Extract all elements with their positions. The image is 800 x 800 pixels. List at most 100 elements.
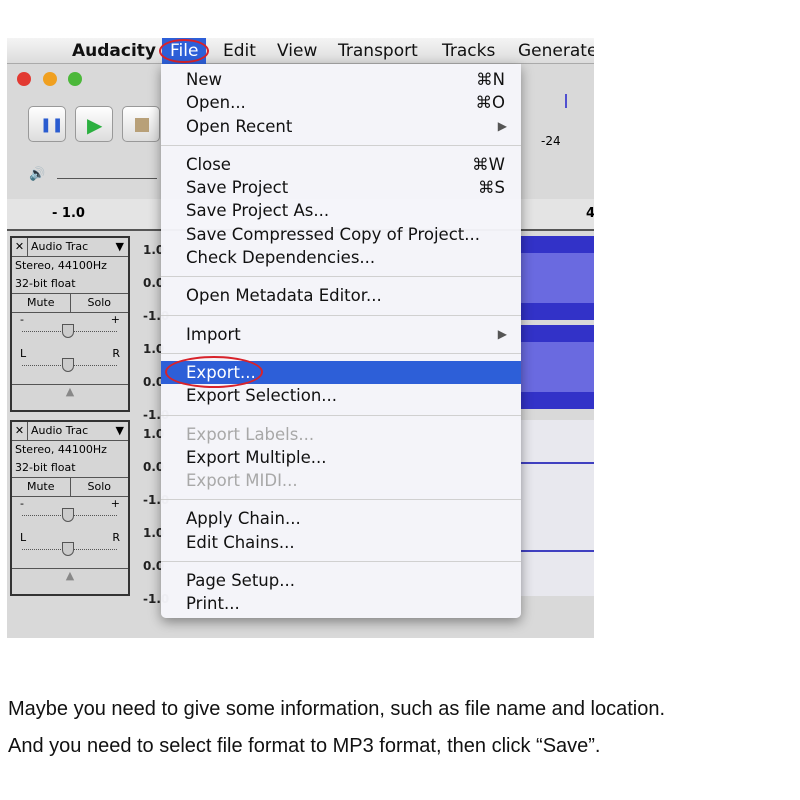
menu-item-label: New [186, 70, 222, 89]
collapse-track-icon[interactable]: ▲ [12, 385, 128, 398]
gain-minus-label: - [20, 497, 24, 510]
waveform-left-channel[interactable] [521, 236, 594, 320]
track-format: Stereo, 44100Hz [15, 259, 107, 272]
menu-tracks[interactable]: Tracks [442, 41, 495, 61]
track-format: Stereo, 44100Hz [15, 443, 107, 456]
track-name-menu[interactable]: Audio Trac [28, 422, 116, 440]
menu-view[interactable]: View [277, 41, 317, 61]
menu-item-label: Export Labels... [186, 424, 315, 444]
menu-item-label: Export MIDI... [186, 471, 298, 491]
ruler-label-right: 4 [586, 206, 594, 221]
menu-item-export-labels: Export Labels... [161, 423, 521, 446]
menu-edit[interactable]: Edit [223, 41, 256, 61]
waveform-right-channel[interactable] [521, 325, 594, 409]
meter-marker [565, 94, 567, 108]
menu-item-import[interactable]: Import ▶ [161, 323, 521, 346]
track-name-menu[interactable]: Audio Trac [28, 238, 116, 256]
playback-volume-slider[interactable] [57, 178, 157, 179]
menu-item-label: Export Selection... [186, 386, 338, 406]
track-close-icon[interactable]: ✕ [12, 238, 28, 256]
menu-item-label: Save Compressed Copy of Project... [186, 224, 480, 244]
pause-button[interactable]: ❚❚ [28, 106, 66, 142]
play-button[interactable]: ▶ [75, 106, 113, 142]
menu-item-print[interactable]: Print... [161, 592, 521, 615]
menu-item-save-project[interactable]: Save Project ⌘S [161, 176, 521, 199]
pan-right-label: R [112, 347, 120, 360]
track-panel: ✕ Audio Trac ▼ Stereo, 44100Hz 32-bit float… [10, 236, 130, 412]
caption-line-1: Maybe you need to give some information,… [8, 698, 666, 720]
menu-item-label: Open Recent [186, 116, 293, 136]
solo-button[interactable]: Solo [71, 478, 129, 496]
menu-item-export-midi: Export MIDI... [161, 469, 521, 492]
menu-item-open[interactable]: Open... ⌘O [161, 91, 521, 114]
gain-slider-handle[interactable] [62, 324, 74, 338]
menu-item-label: Check Dependencies... [186, 248, 376, 268]
menu-item-label: Page Setup... [186, 571, 295, 591]
pan-slider-handle[interactable] [62, 358, 74, 372]
collapse-track-icon[interactable]: ▲ [12, 569, 128, 582]
submenu-arrow-icon: ▶ [497, 326, 507, 341]
gain-plus-label: + [110, 313, 120, 326]
stop-button[interactable] [122, 106, 160, 142]
pan-slider-handle[interactable] [62, 542, 74, 556]
menu-app-audacity[interactable]: Audacity [72, 41, 156, 61]
shortcut-label: ⌘N [476, 70, 505, 89]
menu-separator [161, 492, 521, 507]
mute-button[interactable]: Mute [12, 294, 71, 312]
track-bitdepth: 32-bit float [15, 461, 76, 474]
menu-item-label: Import [186, 324, 241, 344]
chevron-down-icon[interactable]: ▼ [116, 422, 128, 440]
menu-separator [161, 138, 521, 153]
meter-tick: -24 [541, 134, 561, 148]
menu-item-export-multiple[interactable]: Export Multiple... [161, 446, 521, 469]
menu-item-edit-chains[interactable]: Edit Chains... [161, 531, 521, 554]
minimize-window-icon[interactable] [43, 72, 57, 86]
stop-icon [135, 118, 149, 132]
menu-item-page-setup[interactable]: Page Setup... [161, 569, 521, 592]
caption-line-2: And you need to select file format to MP… [8, 735, 601, 757]
menu-item-label: Save Project As... [186, 201, 330, 221]
shortcut-label: ⌘S [478, 178, 505, 198]
menu-item-close[interactable]: Close ⌘W [161, 153, 521, 176]
menu-separator [161, 308, 521, 323]
submenu-arrow-icon: ▶ [497, 118, 507, 133]
pan-right-label: R [112, 531, 120, 544]
menu-item-open-recent[interactable]: Open Recent ▶ [161, 115, 521, 138]
annotation-circle-export [165, 356, 263, 388]
file-menu-dropdown: New ⌘N Open... ⌘O Open Recent ▶ Close ⌘W Save Pr… [161, 64, 521, 618]
menu-item-label: Export Multiple... [186, 447, 327, 467]
shortcut-label: ⌘O [475, 93, 506, 113]
menu-item-label: Print... [186, 594, 240, 614]
menu-item-check-dependencies[interactable]: Check Dependencies... [161, 246, 521, 269]
menu-separator [161, 554, 521, 569]
menu-generate[interactable]: Generate [518, 41, 594, 61]
speaker-icon: 🔊 [29, 167, 46, 182]
menu-item-label: Open Metadata Editor... [186, 286, 382, 306]
chevron-down-icon[interactable]: ▼ [116, 238, 128, 256]
solo-button[interactable]: Solo [71, 294, 129, 312]
mute-button[interactable]: Mute [12, 478, 71, 496]
menu-item-label: Open... [186, 93, 246, 113]
track-close-icon[interactable]: ✕ [12, 422, 28, 440]
menu-item-save-compressed-copy-of-project[interactable]: Save Compressed Copy of Project... [161, 223, 521, 246]
ruler-label: - 1.0 [52, 206, 85, 221]
track-panel: ✕ Audio Trac ▼ Stereo, 44100Hz 32-bit float… [10, 420, 130, 596]
menu-item-label: Edit Chains... [186, 532, 295, 552]
track-bitdepth: 32-bit float [15, 277, 76, 290]
menu-item-label: Apply Chain... [186, 509, 301, 529]
gain-plus-label: + [110, 497, 120, 510]
gain-minus-label: - [20, 313, 24, 326]
menu-item-apply-chain[interactable]: Apply Chain... [161, 507, 521, 530]
menu-item-open-metadata-editor[interactable]: Open Metadata Editor... [161, 284, 521, 307]
waveform-track-2[interactable] [521, 420, 594, 596]
menu-item-label: Close [186, 154, 231, 174]
menu-bar: Audacity File Edit View Transport Tracks… [7, 38, 594, 64]
menu-item-label: Save Project [186, 178, 289, 198]
menu-item-new[interactable]: New ⌘N [161, 68, 521, 91]
pause-icon: ❚❚ [40, 117, 64, 133]
close-window-icon[interactable] [17, 72, 31, 86]
menu-transport[interactable]: Transport [338, 41, 418, 61]
menu-item-save-project-as[interactable]: Save Project As... [161, 199, 521, 222]
zoom-window-icon[interactable] [68, 72, 82, 86]
gain-slider-handle[interactable] [62, 508, 74, 522]
